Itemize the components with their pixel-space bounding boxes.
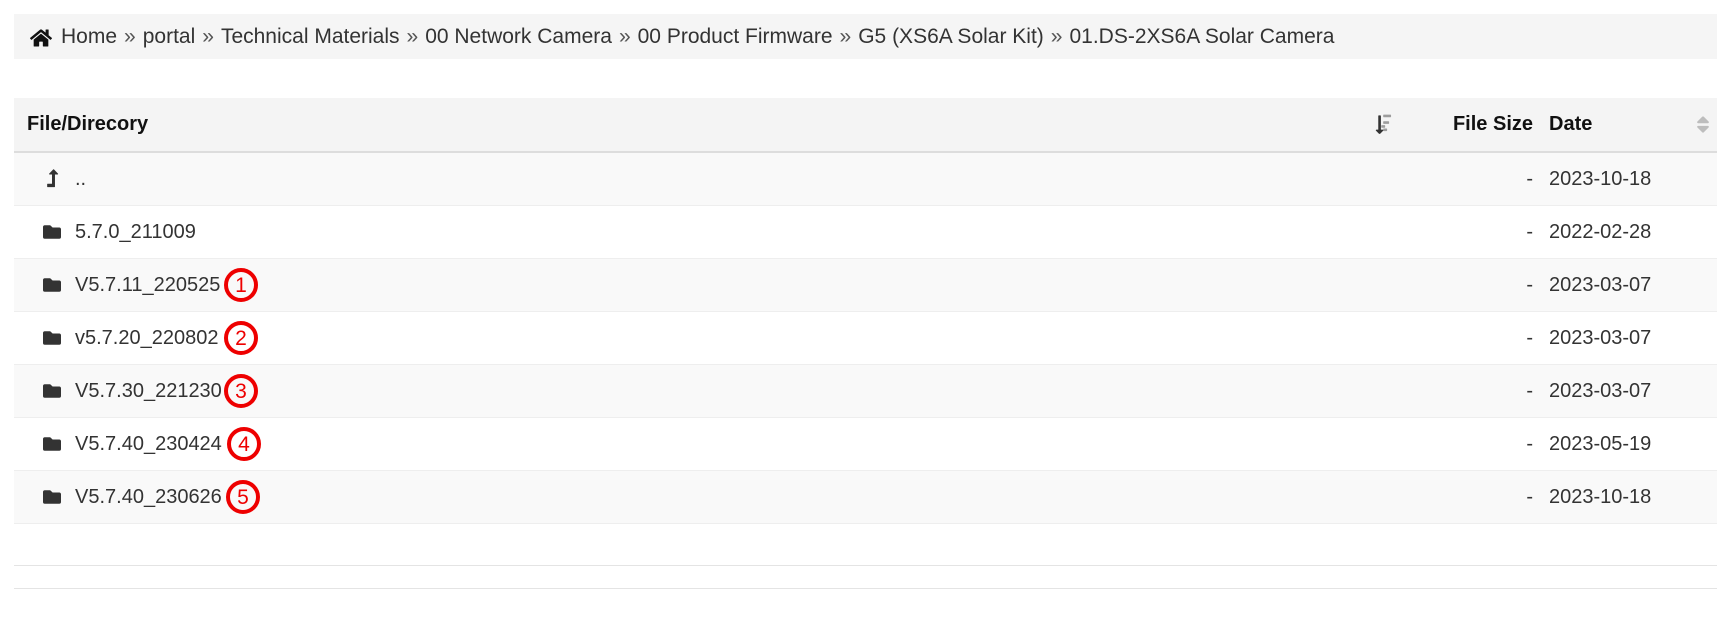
breadcrumb-separator: »: [406, 24, 419, 48]
annotation-badge-5: 5: [226, 480, 260, 514]
cell-file-date: 2023-05-19: [1539, 417, 1717, 471]
cell-file-name: ..: [14, 152, 1399, 206]
level-up-icon: [40, 169, 64, 189]
home-icon: [30, 27, 52, 49]
file-listing-table: File/Direcory File Size Date .. - 2023-1…: [14, 98, 1717, 566]
annotation-badge-1: 1: [224, 268, 258, 302]
spacer-cell: [1399, 523, 1539, 566]
cell-file-date: 2022-02-28: [1539, 205, 1717, 259]
file-name-link[interactable]: 5.7.0_211009: [75, 221, 196, 244]
breadcrumb-item-3[interactable]: Technical Materials: [221, 25, 400, 48]
table-row[interactable]: 5.7.0_211009 -2022-02-28: [14, 205, 1717, 259]
breadcrumb-bar: Home » portal » Technical Materials » 00 Netwo…: [14, 14, 1717, 59]
file-name-container: V5.7.11_220525 1: [27, 259, 1399, 311]
table-header-row: File/Direcory File Size Date: [14, 98, 1717, 153]
breadcrumb-separator: »: [618, 24, 631, 48]
file-name-link[interactable]: ..: [75, 168, 86, 191]
cell-file-date: 2023-03-07: [1539, 364, 1717, 418]
file-name-link[interactable]: V5.7.40_230424: [75, 433, 222, 456]
table-row[interactable]: .. -2023-10-18: [14, 152, 1717, 206]
cell-file-size: -: [1399, 205, 1539, 259]
file-name-container: V5.7.30_221230 3: [27, 365, 1399, 417]
table-row[interactable]: V5.7.30_221230 3-2023-03-07: [14, 364, 1717, 418]
breadcrumb-items: Home » portal » Technical Materials » 00 Netwo…: [61, 25, 1334, 49]
folder-icon: [40, 223, 64, 241]
column-header-name-label: File/Direcory: [27, 113, 149, 135]
column-header-size[interactable]: File Size: [1399, 98, 1539, 153]
cell-file-name: V5.7.40_230626 5: [14, 470, 1399, 524]
file-name-container: V5.7.40_230626 5: [27, 471, 1399, 523]
annotation-badge-2: 2: [224, 321, 258, 355]
breadcrumb-item-2[interactable]: portal: [143, 25, 196, 48]
breadcrumb-separator: »: [839, 24, 852, 48]
table-body: .. -2023-10-18 5.7.0_211009-2022-02-28 V5.7…: [14, 152, 1717, 566]
cell-file-name: V5.7.30_221230 3: [14, 364, 1399, 418]
bottom-divider: [14, 588, 1717, 589]
folder-icon: [40, 488, 64, 506]
table-footer-spacer-row: [14, 523, 1717, 566]
cell-file-size: -: [1399, 152, 1539, 206]
cell-file-name: v5.7.20_220802 2: [14, 311, 1399, 365]
breadcrumb-item-1[interactable]: Home: [61, 25, 117, 48]
folder-icon: [40, 329, 64, 347]
cell-file-name: 5.7.0_211009: [14, 205, 1399, 259]
cell-file-size: -: [1399, 417, 1539, 471]
cell-file-date: 2023-03-07: [1539, 311, 1717, 365]
sort-amount-down-icon[interactable]: [1374, 114, 1395, 135]
sort-updown-icon[interactable]: [1693, 114, 1713, 135]
file-name-link[interactable]: V5.7.30_221230: [75, 380, 222, 403]
spacer-cell: [1539, 523, 1717, 566]
breadcrumb-item-6[interactable]: G5 (XS6A Solar Kit): [858, 25, 1044, 48]
file-name-container: v5.7.20_220802 2: [27, 312, 1399, 364]
file-name-container: ..: [27, 153, 1399, 205]
cell-file-date: 2023-10-18: [1539, 470, 1717, 524]
breadcrumb-separator: »: [1050, 24, 1063, 48]
cell-file-name: V5.7.40_230424 4: [14, 417, 1399, 471]
folder-icon: [40, 276, 64, 294]
folder-icon: [40, 435, 64, 453]
breadcrumb-item-7: 01.DS-2XS6A Solar Camera: [1069, 24, 1335, 48]
file-name-container: 5.7.0_211009: [27, 206, 1399, 258]
column-header-name[interactable]: File/Direcory: [14, 98, 1399, 153]
column-header-date[interactable]: Date: [1539, 98, 1717, 153]
table-row[interactable]: V5.7.40_230626 5-2023-10-18: [14, 470, 1717, 524]
column-header-date-label: Date: [1549, 113, 1593, 135]
file-name-link[interactable]: V5.7.11_220525: [75, 274, 220, 297]
file-name-link[interactable]: V5.7.40_230626: [75, 486, 222, 509]
cell-file-date: 2023-10-18: [1539, 152, 1717, 206]
breadcrumb-separator: »: [202, 24, 214, 48]
breadcrumb-item-5[interactable]: 00 Product Firmware: [638, 25, 833, 48]
cell-file-size: -: [1399, 364, 1539, 418]
cell-file-size: -: [1399, 311, 1539, 365]
file-name-container: V5.7.40_230424 4: [27, 418, 1399, 470]
cell-file-size: -: [1399, 470, 1539, 524]
table-head: File/Direcory File Size Date: [14, 98, 1717, 153]
cell-file-date: 2023-03-07: [1539, 258, 1717, 312]
table-row[interactable]: v5.7.20_220802 2 -2023-03-07: [14, 311, 1717, 365]
spacer-cell: [14, 523, 1399, 566]
cell-file-name: V5.7.11_220525 1: [14, 258, 1399, 312]
annotation-badge-4: 4: [227, 427, 261, 461]
cell-file-size: -: [1399, 258, 1539, 312]
breadcrumb: Home » portal » Technical Materials » 00 Netwo…: [30, 25, 1334, 49]
breadcrumb-item-4[interactable]: 00 Network Camera: [425, 25, 612, 48]
folder-icon: [40, 382, 64, 400]
column-header-size-label: File Size: [1452, 113, 1533, 135]
file-name-link[interactable]: v5.7.20_220802: [75, 327, 218, 350]
table-row[interactable]: V5.7.11_220525 1-2023-03-07: [14, 258, 1717, 312]
breadcrumb-separator: »: [124, 24, 136, 48]
table-row[interactable]: V5.7.40_230424 4-2023-05-19: [14, 417, 1717, 471]
annotation-badge-3: 3: [224, 374, 258, 408]
